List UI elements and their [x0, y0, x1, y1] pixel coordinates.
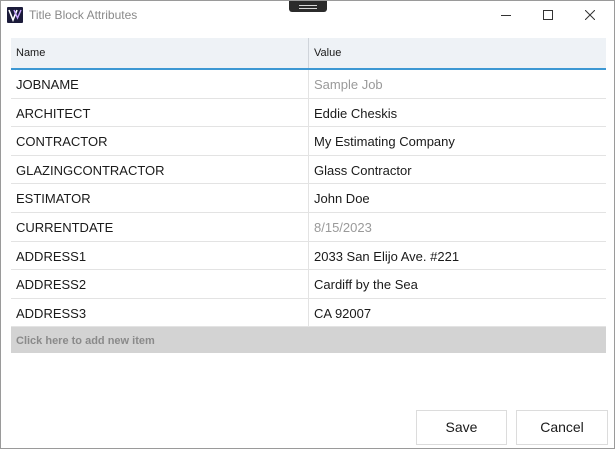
- cell-divider: [308, 184, 309, 212]
- cell-divider: [308, 212, 309, 241]
- attribute-name-cell: CURRENTDATE: [16, 219, 114, 235]
- cell-divider: [308, 298, 309, 327]
- attribute-name-cell: ADDRESS1: [16, 248, 87, 264]
- attribute-name-cell: ADDRESS3: [16, 305, 87, 321]
- close-icon: [585, 10, 595, 20]
- column-header-name[interactable]: Name: [16, 38, 45, 68]
- table-row[interactable]: ADDRESS2 Cardiff by the Sea: [11, 270, 606, 299]
- save-button[interactable]: Save: [416, 410, 507, 445]
- window-title: Title Block Attributes: [29, 8, 138, 22]
- attributes-grid: Name Value JOBNAME Sample Job ARCHITECT Edd…: [11, 38, 606, 354]
- minimize-button[interactable]: [486, 1, 526, 31]
- attribute-value-cell[interactable]: 8/15/2023: [314, 213, 372, 241]
- attribute-name-cell: JOBNAME: [16, 77, 79, 92]
- table-row[interactable]: ESTIMATOR John Doe: [11, 184, 606, 213]
- attribute-value-cell[interactable]: Eddie Cheskis: [314, 99, 397, 127]
- table-row[interactable]: ARCHITECT Eddie Cheskis: [11, 98, 606, 128]
- attribute-name-cell: ADDRESS2: [16, 277, 87, 293]
- drag-grip-icon[interactable]: [289, 1, 327, 12]
- cell-divider: [308, 127, 309, 155]
- cell-divider: [308, 241, 309, 270]
- close-button[interactable]: [570, 1, 610, 31]
- attribute-value-cell[interactable]: John Doe: [314, 184, 370, 212]
- table-row[interactable]: CURRENTDATE 8/15/2023: [11, 212, 606, 242]
- attribute-value-cell[interactable]: CA 92007: [314, 299, 371, 327]
- attribute-value-cell[interactable]: My Estimating Company: [314, 127, 455, 155]
- cell-divider: [308, 155, 309, 184]
- attribute-name-cell: ESTIMATOR: [16, 191, 91, 207]
- table-row[interactable]: CONTRACTOR My Estimating Company: [11, 127, 606, 156]
- app-logo-icon: [7, 7, 23, 23]
- maximize-icon: [543, 10, 553, 20]
- column-divider[interactable]: [308, 38, 309, 68]
- cell-divider: [308, 270, 309, 298]
- grid-rows: JOBNAME Sample Job ARCHITECT Eddie Cheskis C…: [11, 70, 606, 328]
- attribute-name-cell: CONTRACTOR: [16, 134, 108, 150]
- table-row[interactable]: GLAZINGCONTRACTOR Glass Contractor: [11, 155, 606, 185]
- title-block-attributes-window: Title Block Attributes Name Value JOBNAM…: [0, 0, 615, 449]
- title-bar[interactable]: Title Block Attributes: [1, 1, 614, 31]
- column-header-value[interactable]: Value: [314, 38, 341, 68]
- table-row[interactable]: ADDRESS3 CA 92007: [11, 298, 606, 328]
- attribute-name-cell: GLAZINGCONTRACTOR: [16, 162, 165, 178]
- table-row[interactable]: ADDRESS1 2033 San Elijo Ave. #221: [11, 241, 606, 271]
- maximize-button[interactable]: [528, 1, 568, 31]
- cell-divider: [308, 70, 309, 98]
- minimize-icon: [501, 15, 511, 16]
- table-row[interactable]: JOBNAME Sample Job: [11, 70, 606, 99]
- attribute-value-cell[interactable]: 2033 San Elijo Ave. #221: [314, 242, 459, 270]
- add-new-item-row[interactable]: Click here to add new item: [11, 327, 606, 354]
- grid-header: Name Value: [11, 38, 606, 70]
- attribute-value-cell[interactable]: Glass Contractor: [314, 156, 412, 184]
- attribute-value-cell[interactable]: Sample Job: [314, 70, 383, 98]
- attribute-value-cell[interactable]: Cardiff by the Sea: [314, 270, 418, 298]
- cancel-button[interactable]: Cancel: [516, 410, 608, 445]
- attribute-name-cell: ARCHITECT: [16, 105, 91, 121]
- cell-divider: [308, 98, 309, 127]
